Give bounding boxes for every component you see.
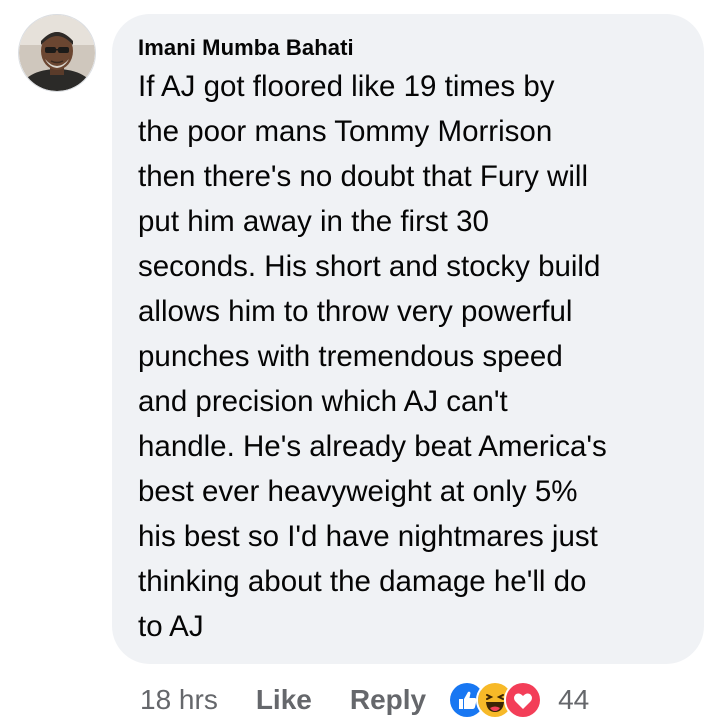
reaction-count[interactable]: 44 [558,684,589,716]
reaction-summary[interactable] [448,680,543,720]
love-reaction-icon [504,681,543,719]
comment-bubble: Imani Mumba Bahati If AJ got floored lik… [112,14,704,664]
avatar[interactable] [18,14,96,92]
comment-author-name[interactable]: Imani Mumba Bahati [138,34,680,62]
reply-button[interactable]: Reply [350,684,426,716]
profile-photo [19,15,95,91]
like-button[interactable]: Like [256,684,312,716]
comment-actions-bar: 18 hrs Like Reply 44 [140,680,589,720]
comment-timestamp[interactable]: 18 hrs [140,684,218,716]
comment-text: If AJ got floored like 19 times by the p… [138,70,607,643]
